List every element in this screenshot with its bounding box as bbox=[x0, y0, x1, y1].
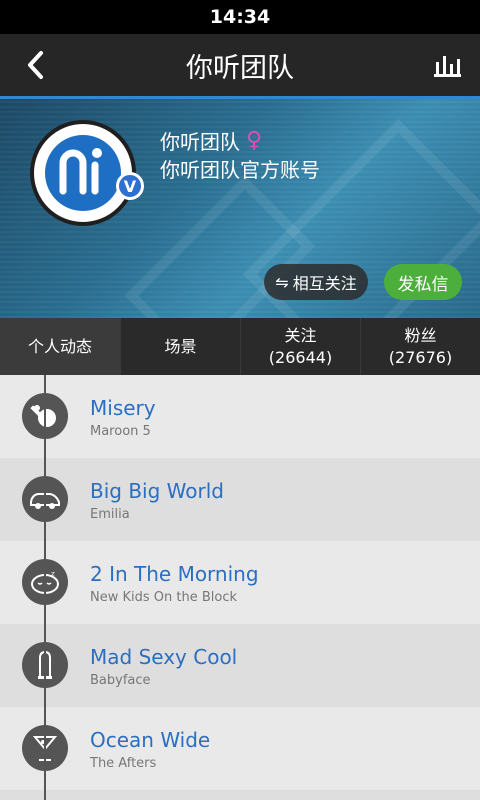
mutual-follow-button[interactable]: ⇋ 相互关注 bbox=[264, 264, 368, 300]
profile-tabs: 个人动态 场景 关注 (26644) 粉丝 (27676) bbox=[0, 318, 480, 375]
song-title[interactable]: Mad Sexy Cool bbox=[90, 645, 237, 669]
profile-name-row: 你听团队 ♀ bbox=[160, 126, 262, 155]
tab-followers[interactable]: 粉丝 (27676) bbox=[361, 318, 480, 375]
female-icon: ♀ bbox=[246, 128, 263, 153]
tab-count: (26644) bbox=[268, 347, 333, 367]
top-bar: 你听团队 bbox=[0, 34, 480, 96]
profile-description: 你听团队官方账号 bbox=[160, 158, 320, 182]
feed-item[interactable]: z 2 In The Morning New Kids On the Block bbox=[0, 541, 480, 624]
swap-arrows-icon: ⇋ bbox=[275, 272, 289, 292]
song-title[interactable]: Misery bbox=[90, 396, 156, 420]
timeline-line bbox=[44, 375, 46, 800]
tab-count: (27676) bbox=[388, 347, 453, 367]
artist-name: New Kids On the Block bbox=[90, 590, 238, 605]
chevron-left-icon bbox=[28, 51, 43, 79]
song-title[interactable]: Big Big World bbox=[90, 479, 224, 503]
tab-activity[interactable]: 个人动态 bbox=[0, 318, 121, 375]
mutual-follow-label: 相互关注 bbox=[292, 274, 357, 293]
artist-name: Babyface bbox=[90, 673, 151, 688]
verified-badge: V bbox=[116, 172, 144, 200]
feed-item[interactable]: Misery Maroon 5 bbox=[0, 375, 480, 458]
cover-accent-line bbox=[0, 96, 480, 99]
feed-item[interactable]: Mad Sexy Cool Babyface bbox=[0, 624, 480, 707]
page-title: 你听团队 bbox=[186, 52, 294, 84]
profile-name: 你听团队 bbox=[160, 130, 240, 154]
song-title[interactable]: 2 In The Morning bbox=[90, 562, 259, 586]
bar-chart-icon bbox=[434, 56, 461, 77]
artist-name: Maroon 5 bbox=[90, 424, 151, 439]
send-message-button[interactable]: 发私信 bbox=[384, 264, 462, 300]
artist-name: The Afters bbox=[90, 756, 157, 771]
stats-button[interactable] bbox=[432, 50, 462, 80]
tab-label: 关注 bbox=[284, 325, 317, 345]
ni-logo-icon bbox=[45, 135, 121, 211]
tab-label: 个人动态 bbox=[27, 336, 92, 356]
artist-name: Emilia bbox=[90, 507, 130, 522]
tab-label: 粉丝 bbox=[404, 325, 437, 345]
tab-following[interactable]: 关注 (26644) bbox=[241, 318, 361, 375]
feed-item[interactable]: Big Big World Emilia bbox=[0, 458, 480, 541]
back-button[interactable] bbox=[20, 48, 50, 82]
avatar[interactable] bbox=[30, 120, 136, 226]
tab-scenes[interactable]: 场景 bbox=[121, 318, 241, 375]
status-bar: 14:34 bbox=[0, 0, 480, 34]
tab-label: 场景 bbox=[164, 336, 197, 356]
feed-item[interactable] bbox=[0, 790, 480, 800]
status-time: 14:34 bbox=[209, 6, 271, 28]
svg-text:z: z bbox=[51, 570, 55, 578]
song-title[interactable]: Ocean Wide bbox=[90, 728, 210, 752]
feed-item[interactable]: Ocean Wide The Afters bbox=[0, 707, 480, 790]
